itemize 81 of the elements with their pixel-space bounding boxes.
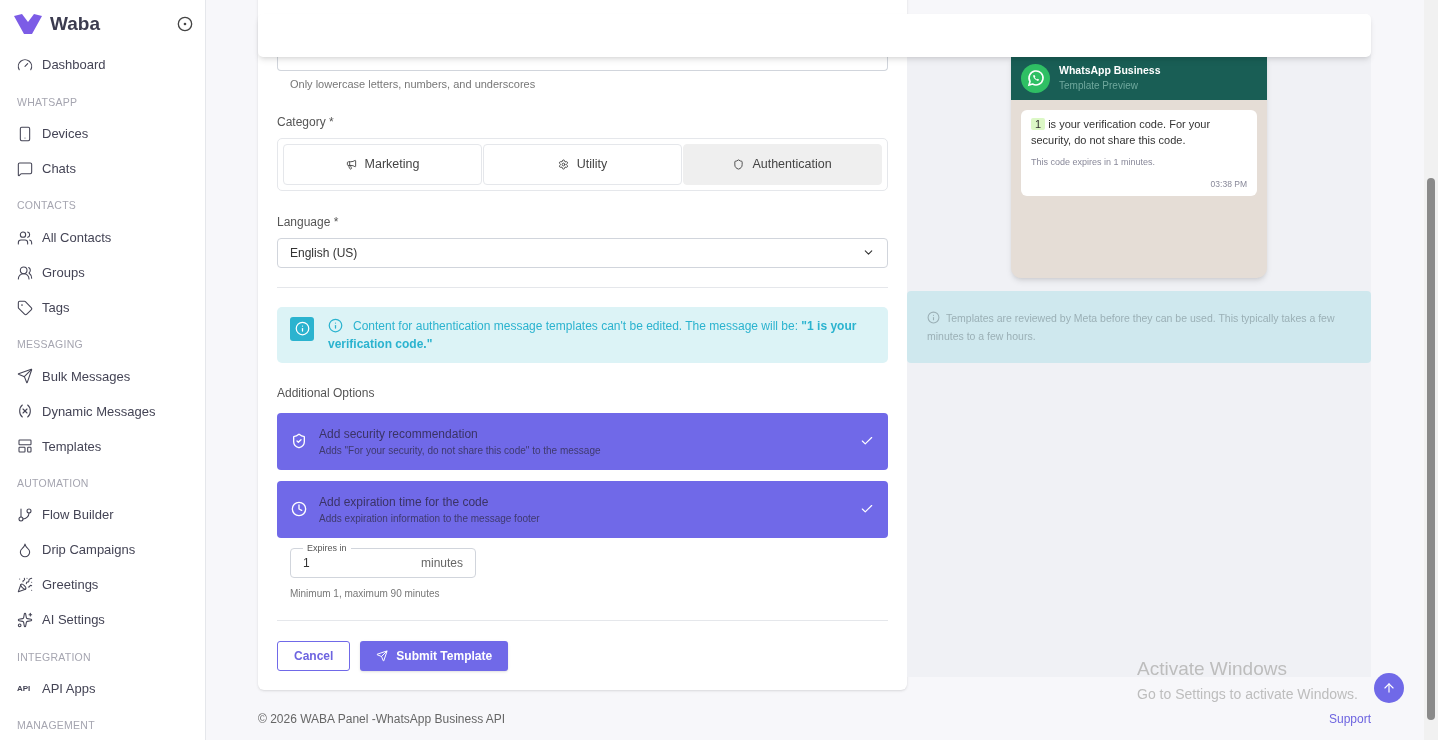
- message-text: 1 is your verification code. For your security, do not share this code.: [1031, 117, 1212, 148]
- floating-label: Expires in: [303, 541, 351, 554]
- megaphone-icon: [345, 158, 357, 170]
- option-description: Adds expiration information to the message footer: [319, 511, 541, 526]
- field-hint: Minimum 1, maximum 90 minutes: [289, 586, 441, 601]
- sidebar-item[interactable]: Dashboard: [0, 47, 205, 83]
- submit-button[interactable]: Submit Template: [360, 640, 509, 671]
- copyright-text: © 2026 WABA Panel -WhatsApp Business API: [258, 711, 506, 728]
- field-label: Language *: [277, 213, 340, 231]
- field-label: Category *: [277, 113, 335, 131]
- section-heading: WHATSAPP: [16, 94, 79, 110]
- info-badge-icon: [290, 316, 314, 341]
- chat-subtitle: Template Preview: [1059, 79, 1139, 94]
- activation-title: Activate Windows: [1137, 657, 1288, 681]
- logo-icon: [14, 13, 42, 34]
- option-description: Adds "For your security, do not share this code" to the message: [319, 443, 602, 458]
- check-icon: [860, 434, 874, 448]
- send-icon: [376, 649, 389, 662]
- sidebar-item[interactable]: Chats: [0, 151, 205, 187]
- sidebar-item[interactable]: Bulk Messages: [0, 358, 205, 394]
- info-icon: [328, 317, 343, 333]
- option-title: Add expiration time for the code: [319, 493, 490, 511]
- section-label: Additional Options: [277, 384, 376, 402]
- toggle-icon[interactable]: [177, 15, 193, 32]
- tag-icon: [17, 299, 33, 316]
- section-heading: MESSAGING: [16, 337, 84, 352]
- variable-icon: [17, 403, 33, 420]
- api-icon: API: [17, 682, 33, 695]
- arrow-up-icon: [1382, 681, 1396, 695]
- scrollbar-thumb[interactable]: [1427, 178, 1435, 720]
- activation-subtitle: Go to Settings to activate Windows.: [1137, 684, 1358, 704]
- chat-icon: [17, 160, 33, 177]
- scroll-top-button[interactable]: [1374, 673, 1404, 703]
- sidebar-item[interactable]: All Contacts: [0, 220, 205, 255]
- language-select[interactable]: English (US): [277, 237, 888, 268]
- sparkles-icon: [17, 612, 33, 628]
- sidebar-item[interactable]: Flow Builder: [0, 497, 205, 533]
- sidebar-item[interactable]: Groups: [0, 255, 205, 290]
- sidebar-item[interactable]: AI Settings: [0, 602, 205, 638]
- info-icon: [927, 311, 940, 324]
- brand-name: Waba: [50, 11, 100, 36]
- phone-icon: [17, 125, 33, 142]
- shield-check-icon: [291, 433, 307, 449]
- chat-title: WhatsApp Business: [1059, 62, 1161, 78]
- droplet-icon: [17, 542, 33, 558]
- cancel-button[interactable]: Cancel: [277, 640, 351, 671]
- sidebar-item[interactable]: Tags: [0, 290, 205, 325]
- template-icon: [17, 438, 33, 455]
- category-tab[interactable]: Authentication: [683, 143, 882, 185]
- name-field[interactable]: [277, 57, 888, 71]
- users-icon: [17, 229, 33, 246]
- section-heading: INTEGRATION: [16, 649, 92, 665]
- support-link[interactable]: Support: [1328, 710, 1371, 728]
- whatsapp-logo-icon: [1021, 63, 1050, 93]
- option-title: Add security recommendation: [319, 425, 479, 443]
- message-time: 03:38 PM: [1210, 177, 1247, 191]
- alert-text: Content for authentication message templates can't be edited. The message will be: "1 is your verification code.": [328, 316, 858, 353]
- settings-icon: [557, 158, 569, 170]
- category-tab[interactable]: Marketing: [283, 143, 482, 185]
- gauge-icon: [17, 57, 33, 73]
- sidebar-item[interactable]: API API Apps: [0, 671, 205, 707]
- send-icon: [17, 368, 33, 385]
- section-heading: CONTACTS: [16, 198, 78, 214]
- sidebar-item[interactable]: Devices: [0, 116, 205, 152]
- shield-icon: [733, 158, 745, 170]
- sidebar-item[interactable]: Dynamic Messages: [0, 393, 205, 429]
- section-heading: MANAGEMENT: [16, 718, 96, 734]
- check-icon: [860, 502, 874, 516]
- sidebar-item[interactable]: Templates: [0, 428, 205, 464]
- clock-icon: [291, 501, 307, 517]
- unit-label: minutes: [420, 554, 463, 572]
- category-tab[interactable]: Utility: [483, 143, 682, 185]
- branch-icon: [17, 507, 33, 523]
- section-heading: AUTOMATION: [16, 475, 90, 491]
- sidebar-item[interactable]: Greetings: [0, 567, 205, 603]
- message-footer: This code expires in 1 minutes.: [1031, 156, 1247, 170]
- code-chip: 1: [1031, 118, 1046, 130]
- group-icon: [17, 264, 33, 281]
- sidebar-item[interactable]: Drip Campaigns: [0, 532, 205, 568]
- field-hint: Only lowercase letters, numbers, and underscores: [289, 77, 537, 92]
- party-icon: [17, 577, 33, 593]
